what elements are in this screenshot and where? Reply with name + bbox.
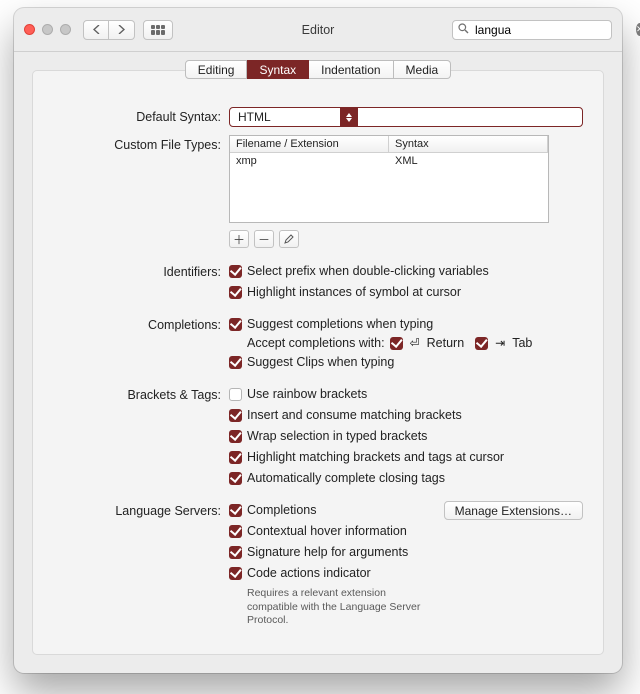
panel: Editing Syntax Indentation Media Default… [32,70,604,655]
accept-completions-label: Accept completions with: [247,336,385,350]
body: Editing Syntax Indentation Media Default… [14,52,622,673]
chk-highlight-symbol[interactable]: Highlight instances of symbol at cursor [229,283,583,301]
preferences-window: Editor ✕ Editing Syntax Indentation Medi… [14,8,622,673]
language-servers-label: Language Servers: [33,501,229,518]
tab-indentation[interactable]: Indentation [309,60,393,79]
clear-search-button[interactable]: ✕ [636,23,640,36]
forward-button[interactable] [109,20,135,40]
chk-suggest-completions[interactable]: Suggest completions when typing [229,315,583,333]
chk-ls-completions[interactable]: Completions [229,501,434,519]
table-row[interactable]: xmp XML [230,153,548,169]
minimize-button[interactable] [42,24,53,35]
chk-auto-close-tags[interactable]: Automatically complete closing tags [229,469,583,487]
chk-select-prefix[interactable]: Select prefix when double-clicking varia… [229,262,583,280]
custom-file-types-table[interactable]: Filename / Extension Syntax xmp XML [229,135,549,223]
back-button[interactable] [83,20,109,40]
brackets-label: Brackets & Tags: [33,385,229,402]
chk-return[interactable] [390,337,403,350]
cell-syntax: XML [389,153,424,169]
chk-ls-hover[interactable]: Contextual hover information [229,522,434,540]
chk-rainbow-brackets[interactable]: Use rainbow brackets [229,385,583,403]
default-syntax-label: Default Syntax: [33,107,229,124]
close-button[interactable] [24,24,35,35]
search-input[interactable] [473,22,632,38]
tab-editing[interactable]: Editing [185,60,248,79]
chk-tab[interactable] [475,337,488,350]
chk-suggest-clips[interactable]: Suggest Clips when typing [229,353,583,371]
chk-ls-code-actions[interactable]: Code actions indicator [229,564,434,582]
tab-icon: ⇥ [493,336,507,350]
tab-media[interactable]: Media [394,60,452,79]
chk-wrap-selection[interactable]: Wrap selection in typed brackets [229,427,583,445]
manage-extensions-button[interactable]: Manage Extensions… [444,501,583,520]
search-field[interactable]: ✕ [452,20,612,40]
window-controls [24,24,71,35]
column-syntax[interactable]: Syntax [389,136,548,152]
tab-bar: Editing Syntax Indentation Media [33,60,603,79]
tab-syntax[interactable]: Syntax [247,60,309,79]
default-syntax-value: HTML [230,110,340,124]
edit-button[interactable] [279,230,299,248]
language-servers-hint: Requires a relevant extension compatible… [229,587,434,628]
column-filename[interactable]: Filename / Extension [230,136,389,152]
return-icon: ⏎ [408,336,422,350]
zoom-button[interactable] [60,24,71,35]
chk-highlight-matching[interactable]: Highlight matching brackets and tags at … [229,448,583,466]
titlebar: Editor ✕ [14,8,622,52]
grid-icon [151,25,165,35]
custom-file-types-label: Custom File Types: [33,135,229,152]
remove-button[interactable]: － [254,230,274,248]
chk-ls-signature[interactable]: Signature help for arguments [229,543,434,561]
accept-completions-row: Accept completions with: ⏎ Return ⇥ Tab [229,336,583,350]
default-syntax-select[interactable]: HTML [229,107,583,127]
chk-insert-matching[interactable]: Insert and consume matching brackets [229,406,583,424]
add-button[interactable]: ＋ [229,230,249,248]
search-icon [458,23,469,37]
nav-segmented [83,20,135,40]
completions-label: Completions: [33,315,229,332]
identifiers-label: Identifiers: [33,262,229,279]
panel-content: Default Syntax: HTML Custom File Types: [33,93,603,644]
cell-filename: xmp [230,153,389,169]
show-all-button[interactable] [143,20,173,40]
chevron-updown-icon [340,108,358,126]
